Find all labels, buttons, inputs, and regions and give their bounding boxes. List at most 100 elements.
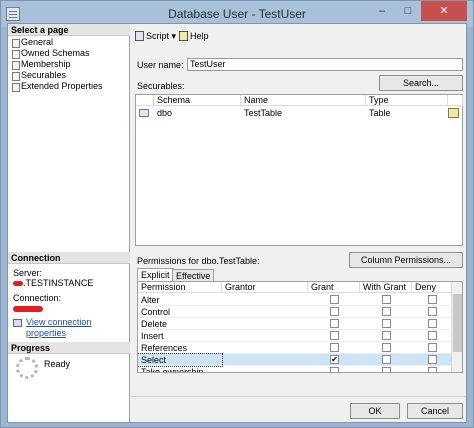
permissions-label: Permissions for dbo.TestTable: [137, 256, 260, 266]
perm-col-permission[interactable]: Permission [138, 282, 222, 293]
with-grant-checkbox[interactable] [382, 367, 391, 372]
permission-name-cell: Select [138, 353, 223, 367]
grantor-cell [222, 306, 308, 318]
close-button[interactable]: ✕ [421, 1, 467, 21]
table-object-icon [139, 109, 149, 117]
securable-schema-cell: dbo [157, 108, 173, 118]
left-panel: Select a page General Owned Schemas Memb… [8, 24, 130, 422]
grant-checkbox[interactable] [330, 331, 339, 340]
securables-grid: Schema Name Type dbo TestTable Table [135, 94, 463, 246]
grant-checkbox[interactable] [330, 295, 339, 304]
table-row[interactable]: Alter [138, 294, 451, 306]
dialog-client: Select a page General Owned Schemas Memb… [7, 23, 467, 423]
help-icon [179, 31, 188, 41]
perm-col-with-grant[interactable]: With Grant [360, 282, 412, 293]
user-name-field[interactable]: TestUser [187, 58, 463, 71]
permission-name-cell: Take ownership [141, 367, 204, 373]
securables-row-header [136, 95, 154, 106]
search-button[interactable]: Search... [379, 75, 463, 91]
grant-checkbox[interactable] [330, 343, 339, 352]
deny-checkbox[interactable] [428, 367, 437, 372]
maximize-button[interactable]: □ [395, 1, 421, 21]
securables-header-spacer [448, 95, 463, 106]
with-grant-checkbox[interactable] [382, 319, 391, 328]
permissions-grid: Permission Grantor Grant With Grant Deny… [137, 281, 463, 373]
permission-name-cell: Alter [141, 295, 160, 305]
page-item-general[interactable]: General [12, 37, 53, 48]
column-permissions-button[interactable]: Column Permissions... [349, 252, 463, 268]
page-item-securables[interactable]: Securables [12, 70, 66, 81]
progress-status: Ready [44, 359, 71, 369]
with-grant-checkbox[interactable] [382, 295, 391, 304]
table-row[interactable]: Delete [138, 318, 451, 330]
grantor-cell [222, 342, 308, 354]
table-row[interactable]: Control [138, 306, 451, 318]
permissions-scrollbar-thumb[interactable] [453, 294, 462, 352]
securables-col-name[interactable]: Name [241, 95, 366, 106]
securable-type-cell: Table [369, 108, 391, 118]
table-row[interactable]: References [138, 342, 451, 354]
server-label: Server: [13, 268, 43, 278]
script-dropdown-arrow[interactable]: ▾ [172, 31, 177, 41]
deny-checkbox[interactable] [428, 295, 437, 304]
script-icon [135, 31, 144, 41]
grantor-cell [222, 294, 308, 306]
properties-icon[interactable] [448, 108, 459, 118]
deny-checkbox[interactable] [428, 343, 437, 352]
connection-value-redacted [13, 303, 43, 313]
page-item-owned-schemas[interactable]: Owned Schemas [12, 48, 90, 59]
server-value: .TESTINSTANCE [13, 278, 93, 288]
securables-col-type[interactable]: Type [366, 95, 448, 106]
connection-header: Connection [8, 252, 130, 264]
right-panel: Script ▾ Help User name: TestUser Secura… [131, 24, 466, 422]
cancel-button[interactable]: Cancel [407, 403, 463, 419]
progress-header: Progress [8, 342, 130, 354]
grantor-cell [222, 330, 308, 342]
footer-bar: OK Cancel [131, 396, 466, 422]
page-item-membership[interactable]: Membership [12, 59, 71, 70]
securables-col-schema[interactable]: Schema [154, 95, 241, 106]
permission-name-cell: Control [141, 307, 171, 317]
grant-checkbox[interactable] [330, 367, 339, 372]
deny-checkbox[interactable] [428, 307, 437, 316]
grantor-cell [222, 318, 308, 330]
connection-label: Connection: [13, 293, 62, 303]
table-row[interactable]: Select ✔ [138, 353, 451, 367]
grant-checkbox[interactable] [330, 307, 339, 316]
help-button[interactable]: Help [190, 30, 209, 42]
progress-spinner-icon [16, 357, 38, 379]
with-grant-checkbox[interactable] [382, 343, 391, 352]
table-row[interactable]: dbo TestTable Table [136, 107, 462, 120]
minimize-button[interactable]: – [369, 1, 395, 21]
perm-col-grantor[interactable]: Grantor [222, 282, 308, 293]
ok-button[interactable]: OK [350, 403, 400, 419]
grant-checkbox[interactable]: ✔ [330, 355, 339, 364]
deny-checkbox[interactable] [428, 331, 437, 340]
table-row[interactable]: Take ownership [138, 366, 451, 373]
view-connection-properties-link[interactable]: View connection properties [26, 317, 129, 339]
permission-name-cell: Delete [141, 319, 168, 329]
with-grant-checkbox[interactable] [382, 307, 391, 316]
deny-checkbox[interactable] [428, 355, 437, 364]
user-name-label: User name: [137, 60, 184, 70]
grantor-cell [222, 354, 308, 366]
permission-name-cell: Insert [141, 331, 164, 341]
page-item-extended-properties[interactable]: Extended Properties [12, 81, 103, 92]
perm-col-deny[interactable]: Deny [412, 282, 452, 293]
dialog-window: Database User - TestUser – □ ✕ Select a … [0, 0, 474, 428]
permissions-scrollbar[interactable] [451, 282, 462, 372]
script-button[interactable]: Script ▾ [146, 30, 176, 42]
securables-label: Securables: [137, 81, 185, 91]
tab-explicit[interactable]: Explicit [137, 268, 174, 281]
deny-checkbox[interactable] [428, 319, 437, 328]
permission-name-cell: References [141, 343, 188, 353]
securable-name-cell: TestTable [244, 108, 283, 118]
perm-col-grant[interactable]: Grant [308, 282, 360, 293]
with-grant-checkbox[interactable] [382, 331, 391, 340]
with-grant-checkbox[interactable] [382, 355, 391, 364]
select-page-header: Select a page [8, 24, 130, 36]
grant-checkbox[interactable] [330, 319, 339, 328]
grantor-cell [222, 366, 308, 372]
connection-properties-icon [13, 319, 22, 327]
table-row[interactable]: Insert [138, 330, 451, 342]
